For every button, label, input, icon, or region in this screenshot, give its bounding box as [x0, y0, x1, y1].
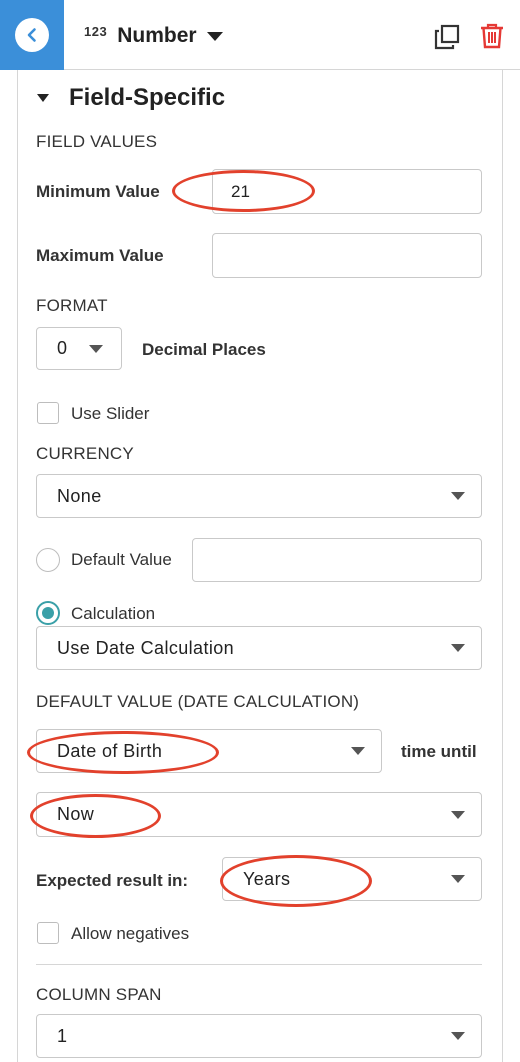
decimal-places-value: 0 — [57, 338, 68, 358]
result-unit-select[interactable]: Years — [222, 857, 482, 901]
expected-result-label: Expected result in: — [36, 871, 189, 890]
section-divider — [36, 964, 482, 965]
calculation-radio[interactable] — [36, 601, 60, 625]
from-date-select[interactable]: Date of Birth — [36, 729, 382, 773]
maximum-value-input[interactable] — [212, 233, 482, 278]
minimum-value-input[interactable]: 21 — [212, 169, 482, 214]
decimal-places-label: Decimal Places — [142, 340, 266, 359]
calculation-type-value: Use Date Calculation — [57, 637, 235, 658]
use-slider-checkbox[interactable] — [37, 402, 59, 424]
chevron-left-icon — [15, 18, 49, 52]
caret-down-icon — [451, 875, 465, 883]
caret-down-icon — [451, 492, 465, 500]
allow-negatives-checkbox[interactable] — [37, 922, 59, 944]
caret-down-icon — [351, 747, 365, 755]
caret-down-icon — [206, 31, 223, 41]
field-editor-header: 123 Number — [0, 0, 520, 70]
maximum-value-label: Maximum Value — [36, 246, 164, 265]
calculation-type-select[interactable]: Use Date Calculation — [36, 626, 482, 670]
column-span-heading: COLUMN SPAN — [36, 985, 162, 1004]
default-value-input[interactable] — [192, 538, 482, 582]
field-type-label: Number — [117, 24, 197, 47]
to-date-select[interactable]: Now — [36, 792, 482, 837]
duplicate-icon[interactable] — [434, 24, 460, 50]
decimal-places-select[interactable]: 0 — [36, 327, 122, 370]
field-type-dropdown[interactable]: 123 Number — [84, 22, 223, 50]
currency-select[interactable]: None — [36, 474, 482, 518]
section-title: Field-Specific — [69, 84, 226, 111]
allow-negatives-label: Allow negatives — [71, 924, 190, 943]
format-heading: FORMAT — [36, 296, 108, 315]
default-value-radio[interactable] — [36, 548, 60, 572]
result-unit-value: Years — [243, 868, 291, 889]
calculation-label: Calculation — [71, 604, 156, 623]
currency-heading: CURRENCY — [36, 444, 134, 463]
caret-down-icon — [89, 344, 103, 353]
trash-icon[interactable] — [478, 22, 506, 50]
minimum-value-label: Minimum Value — [36, 182, 160, 201]
caret-down-icon — [37, 94, 49, 102]
date-calculation-heading: DEFAULT VALUE (DATE CALCULATION) — [36, 692, 360, 711]
time-until-label: time until — [401, 742, 477, 761]
default-value-label: Default Value — [71, 550, 172, 569]
column-span-select[interactable]: 1 — [36, 1014, 482, 1058]
caret-down-icon — [451, 644, 465, 652]
field-values-heading: FIELD VALUES — [36, 132, 158, 151]
back-button[interactable] — [0, 0, 64, 70]
to-date-value: Now — [57, 804, 95, 824]
caret-down-icon — [451, 810, 465, 819]
from-date-value: Date of Birth — [57, 740, 163, 761]
number-type-icon: 123 — [84, 23, 108, 39]
column-span-value: 1 — [57, 1025, 68, 1046]
currency-value: None — [57, 485, 102, 506]
caret-down-icon — [451, 1032, 465, 1040]
section-toggle-field-specific[interactable]: Field-Specific — [37, 83, 225, 113]
use-slider-label: Use Slider — [71, 404, 150, 423]
